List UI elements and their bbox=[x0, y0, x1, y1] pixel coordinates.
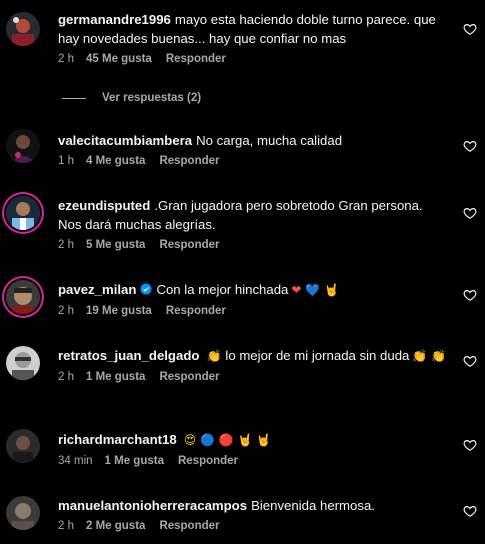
comment-meta: 2 h 5 Me gusta Responder bbox=[58, 239, 449, 251]
comment-username[interactable]: valecitacumbiambera bbox=[58, 133, 192, 148]
comment-username[interactable]: ezeundisputed bbox=[58, 198, 150, 213]
comment-meta: 34 min 1 Me gusta Responder bbox=[58, 455, 449, 467]
like-heart-icon[interactable] bbox=[463, 438, 477, 452]
comment-emojis: ❤ 💙 🤘 bbox=[291, 283, 339, 297]
comment-text: richardmarchant18 😍 🔵 🔴 🤘 🤘 bbox=[58, 430, 449, 450]
like-heart-icon[interactable] bbox=[463, 22, 477, 36]
comment-body: Bienvenida hermosa. bbox=[251, 498, 375, 513]
comment-username[interactable]: germanandre1996 bbox=[58, 12, 171, 27]
like-heart-icon[interactable] bbox=[463, 288, 477, 302]
view-replies-label: Ver respuestas (2) bbox=[102, 92, 202, 104]
reply-button[interactable]: Responder bbox=[178, 455, 238, 467]
comment-body: Con la mejor hinchada bbox=[156, 282, 289, 297]
comment-username[interactable]: retratos_juan_delgado bbox=[58, 348, 199, 363]
reply-button[interactable]: Responder bbox=[166, 305, 226, 317]
comment-time[interactable]: 2 h bbox=[58, 239, 74, 251]
comment-meta: 1 h 4 Me gusta Responder bbox=[58, 155, 449, 167]
avatar[interactable] bbox=[6, 129, 40, 163]
comment-text: retratos_juan_delgado 👏 lo mejor de mi jor… bbox=[58, 346, 449, 366]
comment-time[interactable]: 2 h bbox=[58, 53, 74, 65]
comment-likes[interactable]: 2 Me gusta bbox=[86, 520, 145, 532]
comment-meta: 2 h 45 Me gusta Responder bbox=[58, 53, 449, 65]
comment-time[interactable]: 2 h bbox=[58, 305, 74, 317]
comment-meta: 2 h 1 Me gusta Responder bbox=[58, 371, 449, 383]
comment-time[interactable]: 1 h bbox=[58, 155, 74, 167]
like-heart-icon[interactable] bbox=[463, 354, 477, 368]
comment-text: manuelantonioherreracampos Bienvenida her… bbox=[58, 496, 449, 515]
comment-text: ezeundisputed .Gran jugadora pero sobreto… bbox=[58, 196, 449, 234]
comment-meta: 2 h 2 Me gusta Responder bbox=[58, 520, 449, 532]
comment-username[interactable]: richardmarchant18 bbox=[58, 432, 177, 447]
comment-time[interactable]: 34 min bbox=[58, 455, 93, 467]
comment-emojis: 😍 🔵 🔴 🤘 🤘 bbox=[183, 433, 272, 447]
reply-button[interactable]: Responder bbox=[159, 520, 219, 532]
comment-text: valecitacumbiambera No carga, mucha calid… bbox=[58, 131, 449, 150]
avatar[interactable] bbox=[6, 429, 40, 463]
comment-likes[interactable]: 45 Me gusta bbox=[86, 53, 152, 65]
reply-button[interactable]: Responder bbox=[159, 239, 219, 251]
comment-likes[interactable]: 5 Me gusta bbox=[86, 239, 145, 251]
comment-meta: 2 h 19 Me gusta Responder bbox=[58, 305, 449, 317]
comment-username[interactable]: manuelantonioherreracampos bbox=[58, 498, 247, 513]
comment-text: pavez_milan Con la mejor hinchada ❤ 💙 🤘 bbox=[58, 280, 449, 300]
comment-time[interactable]: 2 h bbox=[58, 371, 74, 383]
reply-button[interactable]: Responder bbox=[159, 155, 219, 167]
avatar[interactable] bbox=[6, 196, 40, 230]
comment-likes[interactable]: 1 Me gusta bbox=[105, 455, 164, 467]
comment-likes[interactable]: 19 Me gusta bbox=[86, 305, 152, 317]
comment-text: germanandre1996 mayo esta haciendo doble … bbox=[58, 10, 449, 48]
avatar[interactable] bbox=[6, 280, 40, 314]
comment-username[interactable]: pavez_milan bbox=[58, 282, 136, 297]
avatar[interactable] bbox=[6, 496, 40, 530]
verified-badge-icon bbox=[140, 281, 152, 295]
comment-likes[interactable]: 4 Me gusta bbox=[86, 155, 145, 167]
comment-body: lo mejor de mi jornada sin duda bbox=[225, 348, 410, 363]
view-replies-line bbox=[62, 97, 86, 99]
comment-emojis: 👏 👏 bbox=[412, 349, 447, 363]
comment-emojis-before: 👏 bbox=[206, 349, 222, 363]
avatar[interactable] bbox=[6, 346, 40, 380]
like-heart-icon[interactable] bbox=[463, 139, 477, 153]
like-heart-icon[interactable] bbox=[463, 504, 477, 518]
comment-likes[interactable]: 1 Me gusta bbox=[86, 371, 145, 383]
reply-button[interactable]: Responder bbox=[159, 371, 219, 383]
like-heart-icon[interactable] bbox=[463, 206, 477, 220]
view-replies-button[interactable]: Ver respuestas (2) bbox=[62, 92, 201, 104]
reply-button[interactable]: Responder bbox=[166, 53, 226, 65]
avatar[interactable] bbox=[6, 12, 40, 46]
comment-time[interactable]: 2 h bbox=[58, 520, 74, 532]
comment-body: No carga, mucha calidad bbox=[196, 133, 343, 148]
